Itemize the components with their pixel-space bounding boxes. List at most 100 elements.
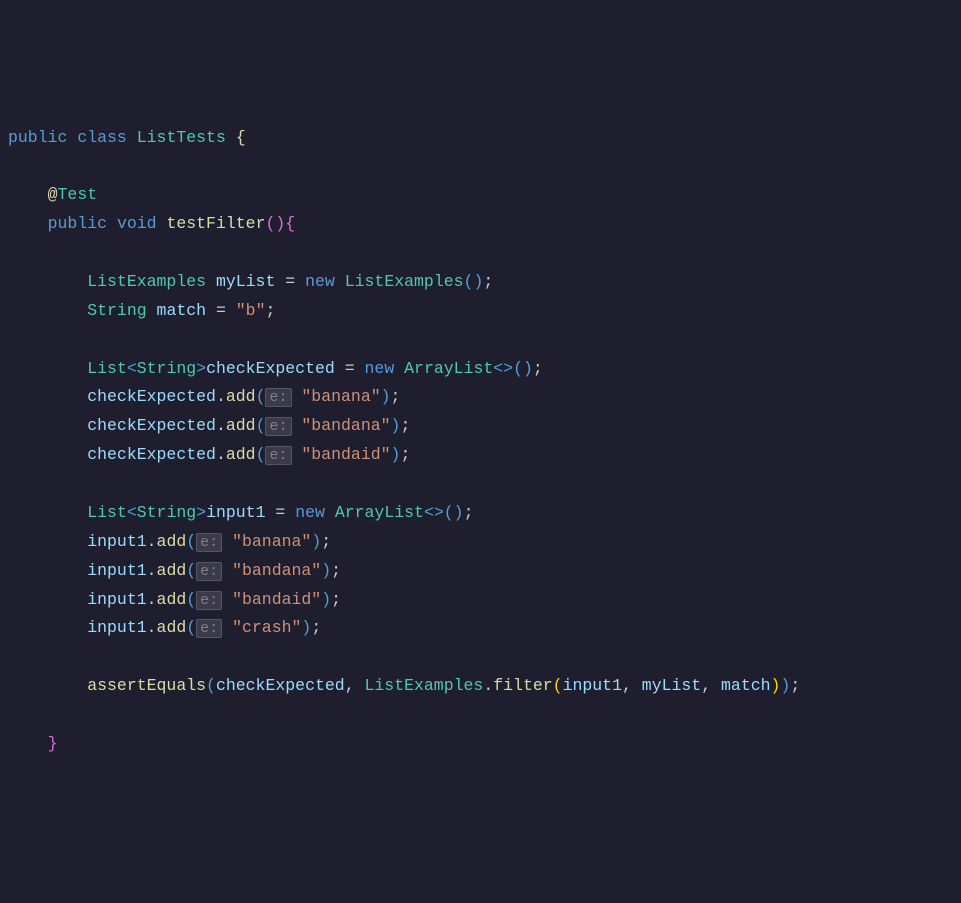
keyword-public: public <box>48 214 107 233</box>
type: ListExamples <box>365 676 484 695</box>
dot: . <box>216 416 226 435</box>
parameter-hint: e: <box>196 533 222 552</box>
type: ArrayList <box>335 503 424 522</box>
paren: ( <box>464 272 474 291</box>
type: List <box>87 359 127 378</box>
open-brace: { <box>285 214 295 233</box>
paren: ( <box>265 214 275 233</box>
variable: checkExpected <box>87 387 216 406</box>
paren: ) <box>311 532 321 551</box>
method-call: add <box>226 445 256 464</box>
string-literal: "bandana" <box>232 561 321 580</box>
paren: ) <box>391 445 401 464</box>
keyword-new: new <box>305 272 335 291</box>
method-call: assertEquals <box>87 676 206 695</box>
semicolon: ; <box>790 676 800 695</box>
string-literal: "banana" <box>232 532 311 551</box>
operator: = <box>265 503 295 522</box>
angle-bracket: > <box>434 503 444 522</box>
method-call: add <box>157 532 187 551</box>
semicolon: ; <box>331 590 341 609</box>
type: String <box>87 301 146 320</box>
angle-bracket: > <box>196 503 206 522</box>
open-brace: { <box>236 128 246 147</box>
paren: ) <box>771 676 781 695</box>
class-name: ListTests <box>137 128 226 147</box>
type: String <box>137 359 196 378</box>
paren: ( <box>186 590 196 609</box>
paren: ( <box>186 561 196 580</box>
semicolon: ; <box>483 272 493 291</box>
type: ListExamples <box>345 272 464 291</box>
comma: , <box>701 676 721 695</box>
string-literal: "bandaid" <box>301 445 390 464</box>
parameter-hint: e: <box>265 446 291 465</box>
operator: = <box>275 272 305 291</box>
parameter-hint: e: <box>196 619 222 638</box>
method-name: testFilter <box>166 214 265 233</box>
string-literal: "b" <box>236 301 266 320</box>
angle-bracket: < <box>127 503 137 522</box>
semicolon: ; <box>391 387 401 406</box>
angle-bracket: > <box>196 359 206 378</box>
annotation-at: @ <box>48 185 58 204</box>
type: ArrayList <box>404 359 493 378</box>
dot: . <box>216 387 226 406</box>
variable: input1 <box>87 561 146 580</box>
variable: input1 <box>206 503 265 522</box>
comma: , <box>345 676 365 695</box>
angle-bracket: > <box>503 359 513 378</box>
keyword-class: class <box>77 128 127 147</box>
keyword-void: void <box>117 214 157 233</box>
paren: ) <box>454 503 464 522</box>
paren: ( <box>186 532 196 551</box>
string-literal: "banana" <box>301 387 380 406</box>
paren: ( <box>256 416 266 435</box>
semicolon: ; <box>533 359 543 378</box>
method-call: add <box>157 590 187 609</box>
angle-bracket: < <box>493 359 503 378</box>
variable: input1 <box>87 532 146 551</box>
variable: myList <box>642 676 701 695</box>
paren: ( <box>256 387 266 406</box>
paren: ) <box>473 272 483 291</box>
type: ListExamples <box>87 272 206 291</box>
variable: myList <box>216 272 275 291</box>
operator: = <box>206 301 236 320</box>
method-call: add <box>226 387 256 406</box>
variable: match <box>157 301 207 320</box>
dot: . <box>147 590 157 609</box>
dot: . <box>147 532 157 551</box>
keyword-public: public <box>8 128 67 147</box>
operator: = <box>335 359 365 378</box>
paren: ) <box>381 387 391 406</box>
string-literal: "bandaid" <box>232 590 321 609</box>
code-editor[interactable]: public class ListTests { @Test public vo… <box>8 124 961 759</box>
variable: input1 <box>563 676 622 695</box>
variable: checkExpected <box>206 359 335 378</box>
method-call: add <box>226 416 256 435</box>
semicolon: ; <box>321 532 331 551</box>
semicolon: ; <box>400 416 410 435</box>
comma: , <box>622 676 642 695</box>
dot: . <box>147 561 157 580</box>
paren: ) <box>321 561 331 580</box>
dot: . <box>216 445 226 464</box>
annotation-test: Test <box>58 185 98 204</box>
paren: ) <box>780 676 790 695</box>
parameter-hint: e: <box>265 388 291 407</box>
parameter-hint: e: <box>196 591 222 610</box>
semicolon: ; <box>400 445 410 464</box>
parameter-hint: e: <box>196 562 222 581</box>
method-call: filter <box>493 676 552 695</box>
variable: checkExpected <box>87 416 216 435</box>
dot: . <box>483 676 493 695</box>
paren: ) <box>321 590 331 609</box>
paren: ( <box>206 676 216 695</box>
parameter-hint: e: <box>265 417 291 436</box>
variable: input1 <box>87 590 146 609</box>
paren: ( <box>444 503 454 522</box>
variable: checkExpected <box>216 676 345 695</box>
paren: ( <box>553 676 563 695</box>
paren: ) <box>275 214 285 233</box>
